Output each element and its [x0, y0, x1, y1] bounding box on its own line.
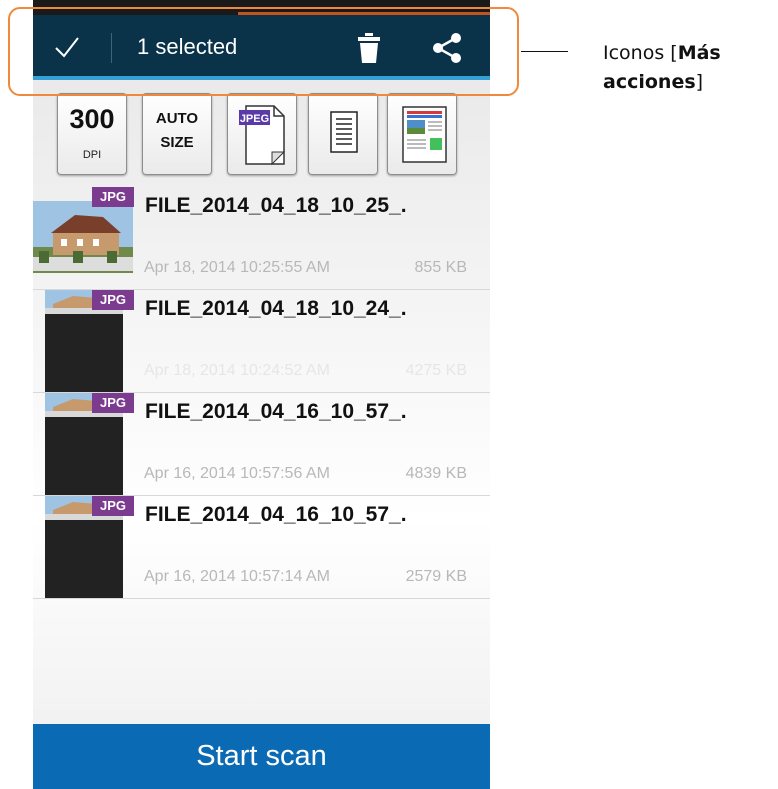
- file-date: Apr 16, 2014 10:57:56 AM: [144, 465, 330, 482]
- jpg-badge: JPG: [92, 290, 134, 310]
- file-date: Apr 18, 2014 10:24:52 AM: [144, 362, 330, 379]
- highlight-box: [8, 7, 519, 96]
- resolution-value: 300: [69, 104, 115, 134]
- file-name: FILE_2014_04_16_10_57_.: [145, 400, 407, 423]
- format-badge: JPEG: [240, 113, 269, 125]
- file-name: FILE_2014_04_18_10_24_.: [145, 297, 407, 320]
- file-size: 4839 KB: [405, 465, 467, 482]
- file-row[interactable]: JPG FILE_2014_04_18_10_24_. Apr 18, 2014…: [33, 290, 490, 393]
- file-date: Apr 18, 2014 10:25:55 AM: [144, 259, 330, 276]
- size-button[interactable]: AUTO SIZE: [142, 93, 212, 175]
- callout-line: [521, 51, 568, 52]
- file-row[interactable]: JPG FILE_2014_04_16_10_57_. Apr 16, 2014…: [33, 496, 490, 599]
- file-row[interactable]: JPG FILE_2014_04_16_10_57_. Apr 16, 2014…: [33, 393, 490, 496]
- row-divider: [33, 598, 490, 599]
- callout-suffix: ]: [695, 71, 704, 93]
- document-mode-button[interactable]: [308, 93, 378, 175]
- format-button[interactable]: JPEG: [227, 93, 297, 175]
- file-date: Apr 16, 2014 10:57:14 AM: [144, 568, 330, 585]
- file-size: 855 KB: [414, 259, 467, 276]
- color-page-icon: [402, 106, 447, 163]
- start-scan-button[interactable]: Start scan: [33, 724, 490, 789]
- size-label-line1: AUTO: [155, 110, 199, 127]
- file-size: 2579 KB: [405, 568, 467, 585]
- document-lines-icon: [330, 111, 358, 153]
- file-row[interactable]: JPG FILE_2014_04_18_10_25_. Apr 18, 2014…: [33, 187, 490, 290]
- file-name: FILE_2014_04_18_10_25_.: [145, 194, 407, 217]
- jpeg-file-icon: JPEG: [239, 105, 286, 166]
- jpg-badge: JPG: [92, 393, 134, 413]
- size-label-line2: SIZE: [160, 134, 194, 151]
- phone-screen: 1 selected 300 DPI AUTO SIZE JPEG JPG FI…: [33, 0, 490, 789]
- jpg-badge: JPG: [92, 496, 134, 516]
- file-size: 4275 KB: [405, 362, 467, 379]
- callout-prefix: Iconos [: [603, 42, 678, 64]
- color-mode-button[interactable]: [387, 93, 457, 175]
- callout-label: Iconos [Más acciones]: [603, 39, 778, 97]
- resolution-button[interactable]: 300 DPI: [57, 93, 127, 175]
- file-name: FILE_2014_04_16_10_57_.: [145, 503, 407, 526]
- resolution-unit: DPI: [82, 149, 102, 161]
- jpg-badge: JPG: [92, 187, 134, 207]
